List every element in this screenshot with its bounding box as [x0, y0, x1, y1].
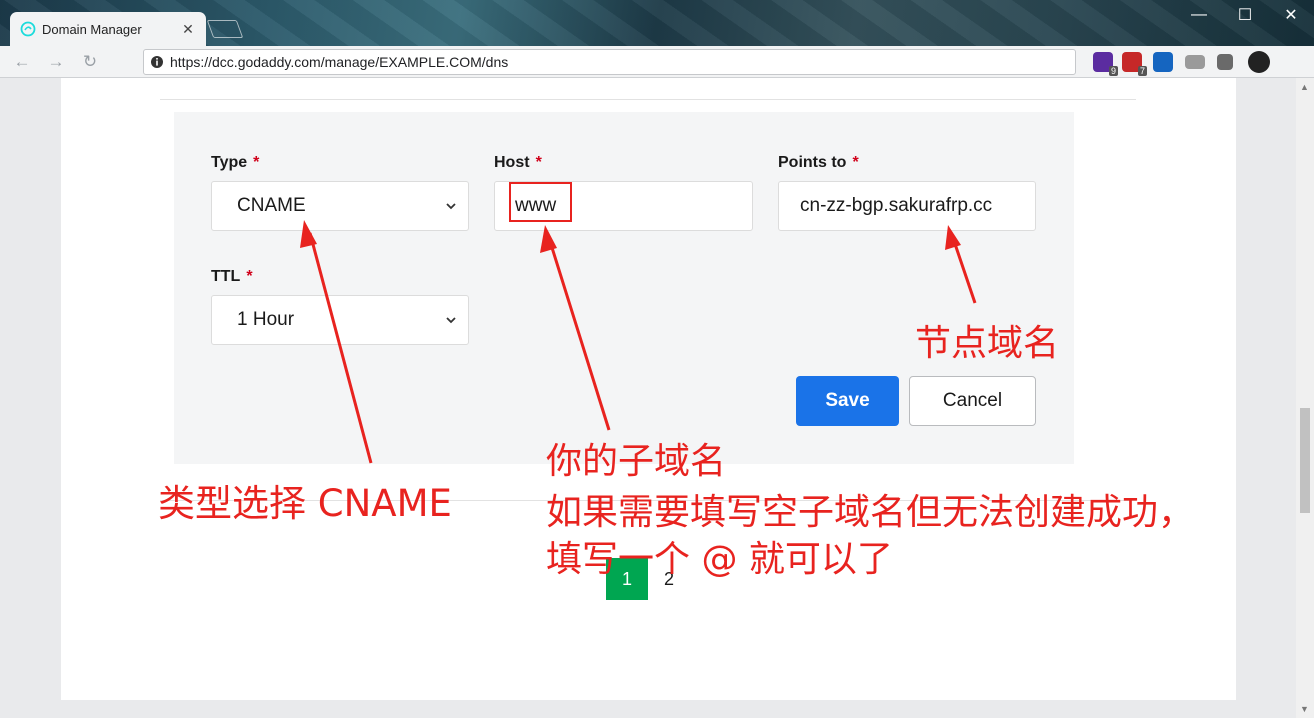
tab-close-icon[interactable]: ✕ [176, 21, 200, 38]
extension-badge: 7 [1137, 66, 1147, 76]
points-to-label: Points to * [778, 154, 859, 171]
url-text: https://dcc.godaddy.com/manage/EXAMPLE.C… [170, 54, 509, 70]
extension-badge: 9 [1108, 66, 1118, 76]
host-label: Host * [494, 154, 542, 171]
extension-purple-icon[interactable]: 9 [1093, 52, 1118, 76]
browser-toolbar: ← → ↻ https://dcc.godaddy.com/manage/EXA… [0, 46, 1314, 78]
ttl-select[interactable]: 1 Hour [211, 295, 469, 345]
screen-extension-icon[interactable] [1185, 55, 1205, 69]
scroll-up-icon[interactable]: ▲ [1300, 82, 1309, 92]
host-annotation-line3: 填写一个 @ 就可以了 [546, 539, 893, 580]
type-label: Type * [211, 154, 260, 171]
new-tab-button[interactable] [206, 20, 244, 38]
scroll-down-icon[interactable]: ▼ [1300, 704, 1309, 714]
browser-tab[interactable]: Domain Manager ✕ [10, 12, 206, 46]
host-annotation-line2: 如果需要填写空子域名但无法创建成功， [546, 492, 1195, 533]
profile-avatar-icon[interactable] [1248, 51, 1270, 73]
divider [160, 99, 1136, 100]
chevron-down-icon [446, 203, 456, 210]
reload-icon[interactable]: ↻ [76, 48, 104, 76]
required-mark: * [253, 154, 260, 171]
type-annotation: 类型选择 CNAME [158, 482, 452, 525]
site-info-icon[interactable] [150, 55, 164, 69]
required-mark: * [246, 268, 253, 285]
adblock-plus-icon[interactable]: 7 [1122, 52, 1147, 76]
minimize-button[interactable]: — [1176, 0, 1222, 30]
godaddy-favicon-icon [20, 21, 36, 37]
required-mark: * [852, 154, 859, 171]
page-scrollbar[interactable]: ▲ ▼ [1296, 78, 1314, 718]
points-to-annotation: 节点域名 [915, 323, 1060, 364]
chevron-down-icon [446, 317, 456, 324]
host-highlight-box [509, 182, 572, 222]
close-window-button[interactable]: ✕ [1268, 0, 1314, 30]
ttl-label: TTL * [211, 268, 253, 285]
points-to-input-value: cn-zz-bgp.sakurafrp.cc [800, 195, 993, 216]
points-to-input[interactable]: cn-zz-bgp.sakurafrp.cc [778, 181, 1036, 231]
save-button[interactable]: Save [796, 376, 899, 426]
back-arrow-icon[interactable]: ← [8, 48, 36, 76]
page-viewport: Type * CNAME Host * www Points to * cn-zz-b… [0, 78, 1314, 718]
address-bar[interactable]: https://dcc.godaddy.com/manage/EXAMPLE.C… [143, 49, 1076, 75]
shield-extension-icon[interactable] [1153, 52, 1173, 72]
type-select-value: CNAME [237, 195, 306, 216]
puzzle-extensions-icon[interactable] [1217, 54, 1233, 70]
required-mark: * [535, 154, 542, 171]
type-select[interactable]: CNAME [211, 181, 469, 231]
scrollbar-thumb[interactable] [1300, 408, 1310, 513]
forward-arrow-icon[interactable]: → [42, 48, 70, 76]
cancel-button[interactable]: Cancel [909, 376, 1036, 426]
maximize-button[interactable]: ☐ [1222, 0, 1268, 30]
host-annotation-title: 你的子域名 [546, 441, 727, 482]
tab-title: Domain Manager [42, 21, 142, 37]
ttl-select-value: 1 Hour [237, 309, 295, 330]
